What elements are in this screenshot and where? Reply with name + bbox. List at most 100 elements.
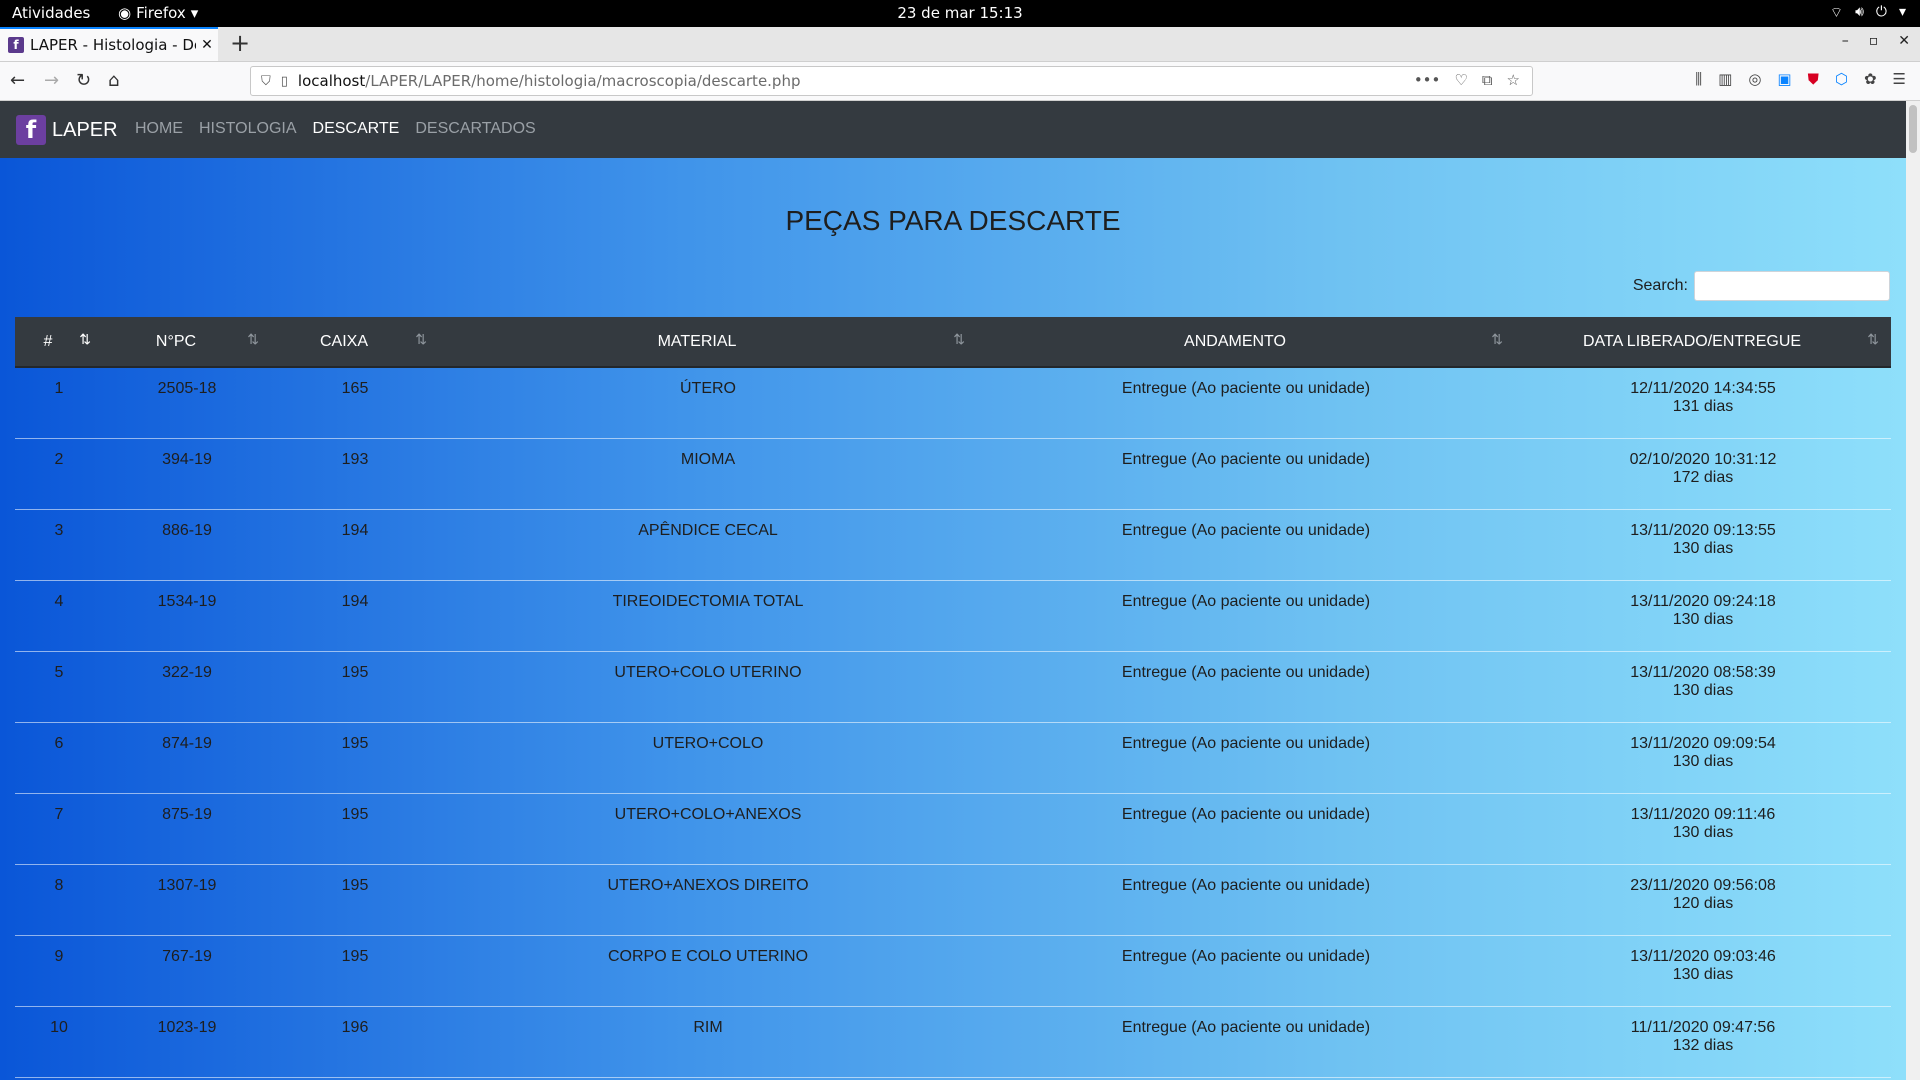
date-text: 13/11/2020 09:24:18 bbox=[1630, 592, 1776, 610]
page-actions-icon[interactable]: ••• bbox=[1414, 71, 1441, 89]
url-path: /LAPER/LAPER/home/histologia/macroscopia… bbox=[365, 72, 801, 90]
cell-andamento: Entregue (Ao paciente ou unidade) bbox=[977, 864, 1515, 936]
column-header-caixa[interactable]: CAIXA ⇅ bbox=[271, 317, 439, 368]
menu-icon[interactable]: ☰ bbox=[1893, 70, 1906, 88]
library-icon[interactable]: ⫼ bbox=[1695, 70, 1702, 88]
sort-asc-icon: ⇅ bbox=[79, 331, 91, 347]
column-header-andamento[interactable]: ANDAMENTO ⇅ bbox=[977, 317, 1515, 368]
volume-icon: 🔊︎ bbox=[1855, 4, 1864, 20]
cell-andamento: Entregue (Ao paciente ou unidade) bbox=[977, 651, 1515, 723]
browser-toolbar: ← → ↻ ⌂ ⛉ ▯ localhost/LAPER/LAPER/home/h… bbox=[0, 62, 1920, 101]
nav-histologia[interactable]: HISTOLOGIA bbox=[199, 120, 297, 138]
days-text: 130 dias bbox=[1672, 823, 1734, 841]
minimize-icon[interactable]: – bbox=[1842, 33, 1849, 49]
system-tray[interactable]: ⌔ 🔊︎ ⏻ ▾ bbox=[1830, 4, 1906, 22]
table-row: 2 394-19 193 MIOMA Entregue (Ao paciente… bbox=[15, 438, 1891, 510]
clock[interactable]: 23 de mar 15:13 bbox=[0, 4, 1920, 22]
date-text: 13/11/2020 08:58:39 bbox=[1630, 663, 1776, 681]
cell-npc: 886-19 bbox=[103, 509, 271, 581]
tracking-shield-icon[interactable]: ⛉ bbox=[261, 74, 271, 89]
cell-npc: 1023-19 bbox=[103, 1006, 271, 1078]
translate-icon[interactable]: ⧉ bbox=[1482, 71, 1493, 89]
app-navbar: f LAPER HOME HISTOLOGIA DESCARTE DESCART… bbox=[0, 101, 1906, 158]
cell-material: RIM bbox=[439, 1006, 977, 1078]
cell-number: 6 bbox=[15, 722, 103, 794]
column-header-npc[interactable]: N°PC ⇅ bbox=[103, 317, 271, 368]
table-row: 8 1307-19 195 UTERO+ANEXOS DIREITO Entre… bbox=[15, 864, 1891, 936]
sidebar-icon[interactable]: ▥ bbox=[1718, 70, 1732, 88]
date-text: 11/11/2020 09:47:56 bbox=[1630, 1018, 1776, 1036]
color-extension-icon[interactable]: ✿ bbox=[1864, 70, 1877, 88]
cell-data: 13/11/2020 09:09:54 130 dias bbox=[1515, 722, 1891, 794]
column-header-number[interactable]: # ⇅ bbox=[15, 317, 103, 368]
home-icon[interactable]: ⌂ bbox=[108, 70, 119, 91]
date-text: 13/11/2020 09:09:54 bbox=[1630, 734, 1776, 752]
cell-number: 2 bbox=[15, 438, 103, 510]
search-input[interactable] bbox=[1694, 271, 1890, 301]
pocket-icon[interactable]: ♡ bbox=[1454, 71, 1467, 89]
power-icon: ⏻ bbox=[1875, 4, 1887, 20]
nav-home[interactable]: HOME bbox=[135, 120, 183, 138]
date-text: 12/11/2020 14:34:55 bbox=[1630, 380, 1776, 397]
cell-material: UTERO+COLO UTERINO bbox=[439, 651, 977, 723]
tab-title: LAPER - Histologia - Des bbox=[30, 36, 196, 54]
date-text: 13/11/2020 09:13:55 bbox=[1630, 521, 1776, 539]
cell-number: 5 bbox=[15, 651, 103, 723]
sort-icon: ⇅ bbox=[1867, 331, 1879, 347]
url-text[interactable]: localhost/LAPER/LAPER/home/histologia/ma… bbox=[298, 72, 801, 90]
cell-material: MIOMA bbox=[439, 438, 977, 510]
cell-andamento: Entregue (Ao paciente ou unidade) bbox=[977, 580, 1515, 652]
reload-icon[interactable]: ↻ bbox=[76, 70, 91, 91]
nav-descartados[interactable]: DESCARTADOS bbox=[415, 120, 535, 138]
scrollbar-thumb[interactable] bbox=[1909, 105, 1917, 153]
nav-descarte[interactable]: DESCARTE bbox=[313, 120, 400, 138]
back-icon[interactable]: ← bbox=[10, 70, 25, 91]
cell-caixa: 194 bbox=[271, 580, 439, 652]
cell-npc: 874-19 bbox=[103, 722, 271, 794]
page-scrollbar[interactable] bbox=[1906, 101, 1920, 1080]
forward-icon[interactable]: → bbox=[44, 70, 59, 91]
close-tab-icon[interactable]: ✕ bbox=[196, 37, 218, 53]
days-text: 130 dias bbox=[1672, 965, 1734, 983]
date-text: 13/11/2020 09:03:46 bbox=[1630, 947, 1776, 965]
cell-data: 13/11/2020 09:13:55 130 dias bbox=[1515, 509, 1891, 581]
cell-data: 13/11/2020 08:58:39 130 dias bbox=[1515, 651, 1891, 723]
cell-data: 11/11/2020 09:47:56 132 dias bbox=[1515, 1006, 1891, 1078]
ublock-icon[interactable]: ⛊ bbox=[1808, 70, 1819, 88]
sort-icon: ⇅ bbox=[415, 331, 427, 347]
close-window-icon[interactable]: ✕ bbox=[1898, 33, 1910, 49]
cell-andamento: Entregue (Ao paciente ou unidade) bbox=[977, 722, 1515, 794]
cell-material: UTERO+COLO+ANEXOS bbox=[439, 793, 977, 865]
new-tab-button[interactable]: + bbox=[230, 29, 250, 57]
translate-extension-icon[interactable]: ▣ bbox=[1777, 70, 1791, 88]
table-search: Search: bbox=[1633, 271, 1890, 301]
maximize-icon[interactable]: ▫ bbox=[1869, 33, 1879, 49]
cell-npc: 1534-19 bbox=[103, 580, 271, 652]
table-row: 3 886-19 194 APÊNDICE CECAL Entregue (Ao… bbox=[15, 509, 1891, 581]
browser-tab[interactable]: f LAPER - Histologia - Des ✕ bbox=[0, 27, 218, 61]
cell-npc: 875-19 bbox=[103, 793, 271, 865]
cell-andamento: Entregue (Ao paciente ou unidade) bbox=[977, 367, 1515, 439]
address-bar[interactable]: ⛉ ▯ localhost/LAPER/LAPER/home/histologi… bbox=[250, 66, 1533, 96]
account-icon[interactable]: ◎ bbox=[1748, 70, 1761, 88]
cell-npc: 767-19 bbox=[103, 935, 271, 1007]
cell-material: UTERO+COLO bbox=[439, 722, 977, 794]
brand[interactable]: f LAPER bbox=[16, 115, 118, 145]
column-header-material[interactable]: MATERIAL ⇅ bbox=[439, 317, 977, 368]
toolbar-extensions: ⫼ ▥ ◎ ▣ ⛊ ⬡ ✿ ☰ bbox=[1695, 70, 1906, 88]
page-viewport: f LAPER HOME HISTOLOGIA DESCARTE DESCART… bbox=[0, 101, 1920, 1080]
tab-strip: f LAPER - Histologia - Des ✕ + – ▫ ✕ bbox=[0, 27, 1920, 62]
discard-table: # ⇅ N°PC ⇅ CAIXA ⇅ MATERIAL ⇅ ANDAMENTO ⇅ DAT… bbox=[15, 317, 1891, 1078]
search-label: Search: bbox=[1632, 277, 1688, 294]
date-text: 23/11/2020 09:56:08 bbox=[1630, 876, 1776, 894]
cell-caixa: 195 bbox=[271, 935, 439, 1007]
days-text: 131 dias bbox=[1672, 398, 1734, 415]
brand-name: LAPER bbox=[52, 118, 118, 141]
table-row: 10 1023-19 196 RIM Entregue (Ao paciente… bbox=[15, 1006, 1891, 1078]
cell-caixa: 196 bbox=[271, 1006, 439, 1078]
cell-andamento: Entregue (Ao paciente ou unidade) bbox=[977, 1006, 1515, 1078]
page-info-icon[interactable]: ▯ bbox=[281, 74, 288, 89]
bookmark-star-icon[interactable]: ☆ bbox=[1507, 71, 1520, 89]
column-header-data[interactable]: DATA LIBERADO/ENTREGUE ⇅ bbox=[1515, 317, 1891, 368]
extension-icon[interactable]: ⬡ bbox=[1835, 70, 1848, 88]
